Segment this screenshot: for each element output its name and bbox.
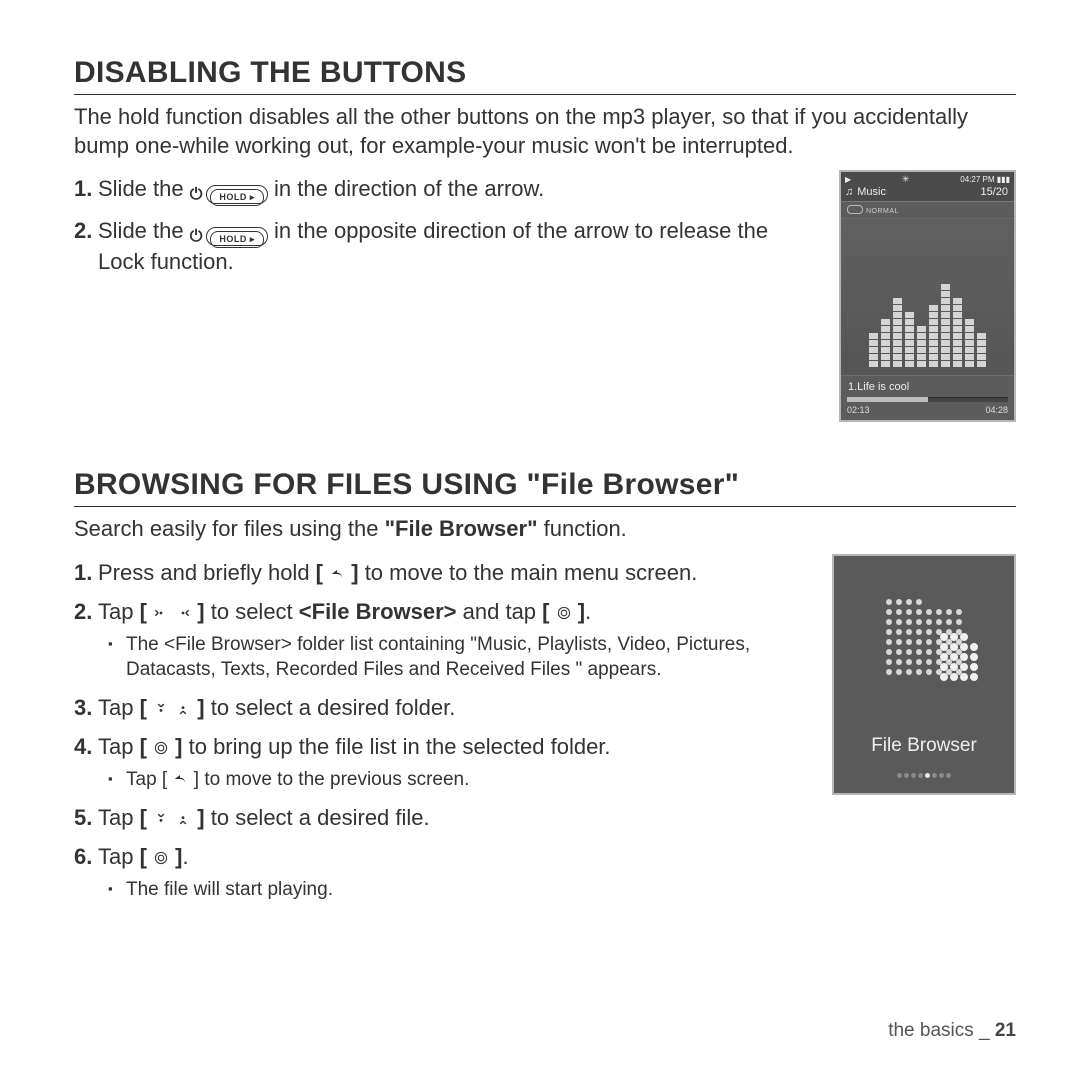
select-icon xyxy=(153,851,169,865)
select-icon xyxy=(153,741,169,755)
music-app-label: Music xyxy=(857,186,886,198)
back-icon xyxy=(329,567,345,581)
fb-step-3: Tap [ ] to select a desired folder. xyxy=(74,693,812,723)
folder-dot-icon xyxy=(859,582,989,712)
step-1-text-a: Slide the xyxy=(98,176,190,201)
intro-disabling: The hold function disables all the other… xyxy=(74,103,1016,160)
track-title: 1.Life is cool xyxy=(841,375,1014,397)
heading-file-browser: BROWSING FOR FILES USING "File Browser" xyxy=(74,468,1016,507)
music-icon: ♫ xyxy=(845,186,853,198)
fb-step-2-sub: The <File Browser> folder list containin… xyxy=(108,633,812,682)
down-icon xyxy=(175,702,191,716)
elapsed-time: 02:13 xyxy=(847,405,870,415)
music-player-screenshot: ▶ ✳ 04:27 PM ▮▮▮ ♫ Music 15/20 NORMAL xyxy=(839,170,1016,422)
eq-mode: NORMAL xyxy=(841,202,1014,219)
equalizer-display xyxy=(841,219,1014,375)
footer-section: the basics xyxy=(888,1020,974,1041)
file-browser-screenshot: File Browser xyxy=(832,554,1016,795)
battery-icon: ▮▮▮ xyxy=(997,175,1010,184)
heading-disabling-buttons: DISABLING THE BUTTONS xyxy=(74,56,1016,95)
fb-step-4-sub: Tap [ ] to move to the previous screen. xyxy=(108,768,812,793)
right-icon xyxy=(175,606,191,620)
bluetooth-icon: ✳ xyxy=(902,174,910,185)
total-time: 04:28 xyxy=(985,405,1008,415)
intro-file-browser: Search easily for files using the "File … xyxy=(74,515,1016,544)
up-icon xyxy=(153,702,169,716)
fb-step-4: Tap [ ] to bring up the file list in the… xyxy=(74,732,812,792)
progress-bar xyxy=(847,397,1008,402)
fb-step-6-sub: The file will start playing. xyxy=(108,878,812,903)
up-icon xyxy=(153,812,169,826)
fb-step-2: Tap [ ] to select <File Browser> and tap… xyxy=(74,597,812,682)
track-counter: 15/20 xyxy=(980,186,1008,198)
left-icon xyxy=(153,606,169,620)
select-icon xyxy=(556,606,572,620)
step-1: Slide the ⏻ HOLD ▸ in the direction of t… xyxy=(74,174,819,206)
page-footer: the basics _ 21 xyxy=(888,1020,1016,1042)
down-icon xyxy=(175,812,191,826)
step-2: Slide the ⏻ HOLD ▸ in the opposite direc… xyxy=(74,216,819,277)
fb-step-1: Press and briefly hold [ ] to move to th… xyxy=(74,558,812,588)
page-indicator xyxy=(834,765,1014,783)
hold-switch-icon: ⏻ HOLD ▸ xyxy=(190,226,268,248)
page-number: 21 xyxy=(995,1020,1016,1041)
step-1-text-b: in the direction of the arrow. xyxy=(274,176,544,201)
step-2-text-a: Slide the xyxy=(98,218,190,243)
hold-switch-icon: ⏻ HOLD ▸ xyxy=(190,184,268,206)
play-icon: ▶ xyxy=(845,175,851,184)
back-icon xyxy=(172,772,188,786)
status-time: 04:27 PM xyxy=(960,175,994,184)
file-browser-label: File Browser xyxy=(834,735,1014,757)
fb-step-6: Tap [ ]. The file will start playing. xyxy=(74,842,812,902)
fb-step-5: Tap [ ] to select a desired file. xyxy=(74,803,812,833)
